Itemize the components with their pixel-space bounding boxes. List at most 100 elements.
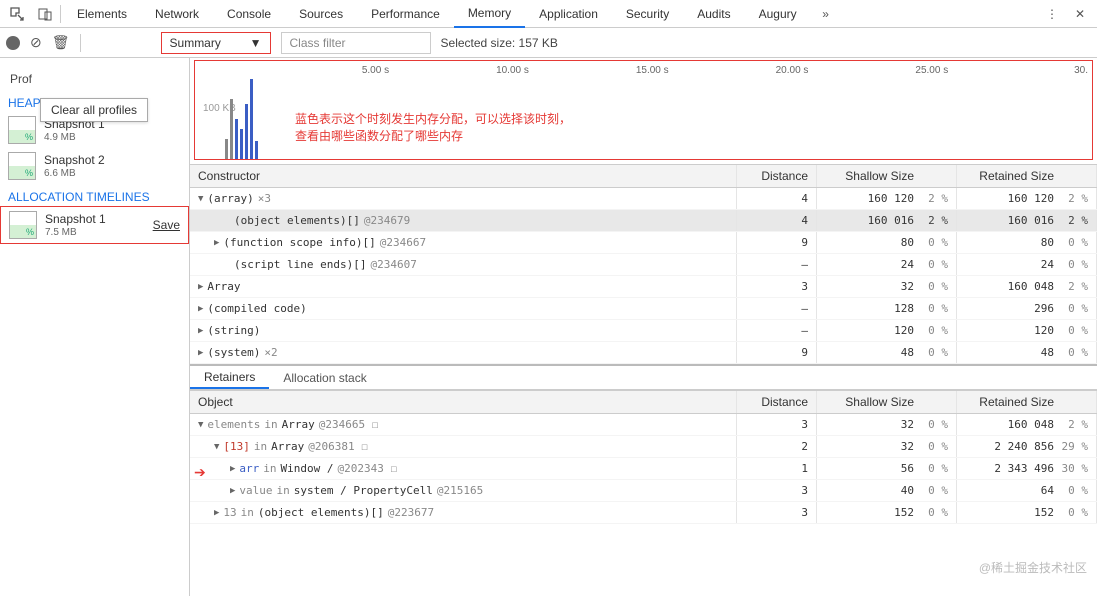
table-row[interactable]: ▶arr in Window / @202343 ☐1560 %2 343 49… xyxy=(190,458,1097,480)
disclosure-icon[interactable]: ▶ xyxy=(230,486,235,496)
tab-console[interactable]: Console xyxy=(213,0,285,28)
tab-augury[interactable]: Augury xyxy=(745,0,811,28)
cell-shallow-pct: 0 % xyxy=(914,462,948,475)
col-retained[interactable]: Retained Size xyxy=(957,165,1097,187)
disclosure-icon[interactable]: ▼ xyxy=(214,442,219,452)
cell-distance: 9 xyxy=(737,232,817,253)
constructor-suffix: ×2 xyxy=(264,346,277,359)
cell-distance: 3 xyxy=(737,502,817,523)
constructor-name: Array xyxy=(207,280,240,293)
timeline-annotation: 蓝色表示这个时刻发生内存分配，可以选择该时刻， 查看由哪些函数分配了哪些内存 xyxy=(295,111,571,145)
cell-retained-pct: 2 % xyxy=(1054,418,1088,431)
profiles-sidebar: Prof Clear all profiles HEAP SNAPSHOTS S… xyxy=(0,58,190,596)
more-tabs-icon[interactable]: » xyxy=(813,1,839,27)
col-constructor[interactable]: Constructor xyxy=(190,165,737,187)
property-name: [13] xyxy=(223,440,250,453)
save-link[interactable]: Save xyxy=(153,218,180,232)
col-distance[interactable]: Distance xyxy=(737,165,817,187)
disclosure-icon[interactable]: ▶ xyxy=(198,348,203,358)
device-icon[interactable] xyxy=(32,1,58,27)
tab-memory[interactable]: Memory xyxy=(454,0,525,28)
cell-retained-pct: 0 % xyxy=(1054,302,1088,315)
tab-allocation-stack[interactable]: Allocation stack xyxy=(269,366,380,389)
separator xyxy=(60,5,61,23)
object-id: @234665 ☐ xyxy=(319,418,379,431)
tab-retainers[interactable]: Retainers xyxy=(190,366,269,389)
snapshot-name: Snapshot 2 xyxy=(44,153,105,167)
property-name: 13 xyxy=(223,506,236,519)
content-pane: 5.00 s10.00 s15.00 s20.00 s25.00 s30. 1 0… xyxy=(190,58,1097,596)
profiles-label: Prof xyxy=(0,64,189,90)
allocation-timeline[interactable]: 5.00 s10.00 s15.00 s20.00 s25.00 s30. 10… xyxy=(194,60,1093,160)
table-row[interactable]: ▶13 in (object elements)[] @22367731520 … xyxy=(190,502,1097,524)
tooltip: Clear all profiles xyxy=(40,98,148,122)
tab-application[interactable]: Application xyxy=(525,0,612,28)
snapshot-item[interactable]: Snapshot 17.5 MBSave xyxy=(0,206,189,244)
cell-shallow-pct: 2 % xyxy=(914,214,948,227)
table-row[interactable]: ▼(array) ×34160 1202 %160 1202 % xyxy=(190,188,1097,210)
object-name: Array xyxy=(282,418,315,431)
disclosure-icon[interactable]: ▶ xyxy=(198,304,203,314)
tab-performance[interactable]: Performance xyxy=(357,0,454,28)
cell-retained-pct: 2 % xyxy=(1054,280,1088,293)
col-object[interactable]: Object xyxy=(190,391,737,413)
cell-shallow-pct: 0 % xyxy=(914,302,948,315)
class-filter-input[interactable]: Class filter xyxy=(281,32,431,54)
table-row[interactable]: ▶Array 3320 %160 0482 % xyxy=(190,276,1097,298)
col-distance[interactable]: Distance xyxy=(737,391,817,413)
close-icon[interactable]: ✕ xyxy=(1067,1,1093,27)
disclosure-icon[interactable]: ▼ xyxy=(198,420,203,430)
object-name: Array xyxy=(271,440,304,453)
table-row[interactable]: (object elements)[] @2346794160 0162 %16… xyxy=(190,210,1097,232)
snapshot-icon xyxy=(9,211,37,239)
tab-elements[interactable]: Elements xyxy=(63,0,141,28)
tab-audits[interactable]: Audits xyxy=(683,0,744,28)
disclosure-icon[interactable]: ▼ xyxy=(198,194,203,204)
cell-shallow-pct: 2 % xyxy=(914,192,948,205)
disclosure-icon[interactable]: ▶ xyxy=(214,508,219,518)
view-dropdown[interactable]: Summary ▼ xyxy=(161,32,271,54)
cell-retained: 160 120 xyxy=(965,192,1054,205)
cell-retained: 152 xyxy=(965,506,1054,519)
cell-retained: 48 xyxy=(965,346,1054,359)
memory-toolbar: ⊘ 🗑 Summary ▼ Class filter Selected size… xyxy=(0,28,1097,58)
tab-security[interactable]: Security xyxy=(612,0,683,28)
table-row[interactable]: (script line ends)[] @234607–240 %240 % xyxy=(190,254,1097,276)
disclosure-icon[interactable]: ▶ xyxy=(230,464,235,474)
snapshot-item[interactable]: Snapshot 26.6 MB xyxy=(0,148,189,184)
col-retained[interactable]: Retained Size xyxy=(957,391,1097,413)
timeline-ticks: 5.00 s10.00 s15.00 s20.00 s25.00 s30. xyxy=(195,65,1092,76)
tab-network[interactable]: Network xyxy=(141,0,213,28)
table-row[interactable]: ▼[13] in Array @206381 ☐2320 %2 240 8562… xyxy=(190,436,1097,458)
disclosure-icon[interactable]: ▶ xyxy=(198,326,203,336)
table-row[interactable]: ▶(compiled code) –1280 %2960 % xyxy=(190,298,1097,320)
table-row[interactable]: ▼elements in Array @234665 ☐3320 %160 04… xyxy=(190,414,1097,436)
table-row[interactable]: ▶(system) ×29480 %480 % xyxy=(190,342,1097,364)
retainers-grid: Object Distance Shallow Size Retained Si… xyxy=(190,390,1097,524)
kebab-icon[interactable]: ⋮ xyxy=(1039,1,1065,27)
cell-shallow: 40 xyxy=(825,484,914,497)
object-name: Window / xyxy=(281,462,334,475)
tab-sources[interactable]: Sources xyxy=(285,0,357,28)
table-row[interactable]: ▶(function scope info)[] @2346679800 %80… xyxy=(190,232,1097,254)
inspect-icon[interactable] xyxy=(4,1,30,27)
record-icon[interactable] xyxy=(6,36,20,50)
cell-retained: 24 xyxy=(965,258,1054,271)
constructor-name: (array) xyxy=(207,192,253,205)
cell-shallow: 160 120 xyxy=(825,192,914,205)
constructor-name: (system) xyxy=(207,346,260,359)
table-row[interactable]: ▶(string) –1200 %1200 % xyxy=(190,320,1097,342)
object-id: @202343 ☐ xyxy=(338,462,398,475)
cell-retained: 2 343 496 xyxy=(965,462,1054,475)
col-shallow[interactable]: Shallow Size xyxy=(817,391,957,413)
table-row[interactable]: ▶value in system / PropertyCell @2151653… xyxy=(190,480,1097,502)
cell-distance: 1 xyxy=(737,458,817,479)
disclosure-icon[interactable]: ▶ xyxy=(198,282,203,292)
trash-icon[interactable]: 🗑 xyxy=(52,34,70,51)
clear-icon[interactable]: ⊘ xyxy=(30,34,42,51)
disclosure-icon[interactable]: ▶ xyxy=(214,238,219,248)
constructor-suffix: @234607 xyxy=(370,258,416,271)
object-id: @206381 ☐ xyxy=(308,440,368,453)
cell-retained-pct: 0 % xyxy=(1054,324,1088,337)
col-shallow[interactable]: Shallow Size xyxy=(817,165,957,187)
